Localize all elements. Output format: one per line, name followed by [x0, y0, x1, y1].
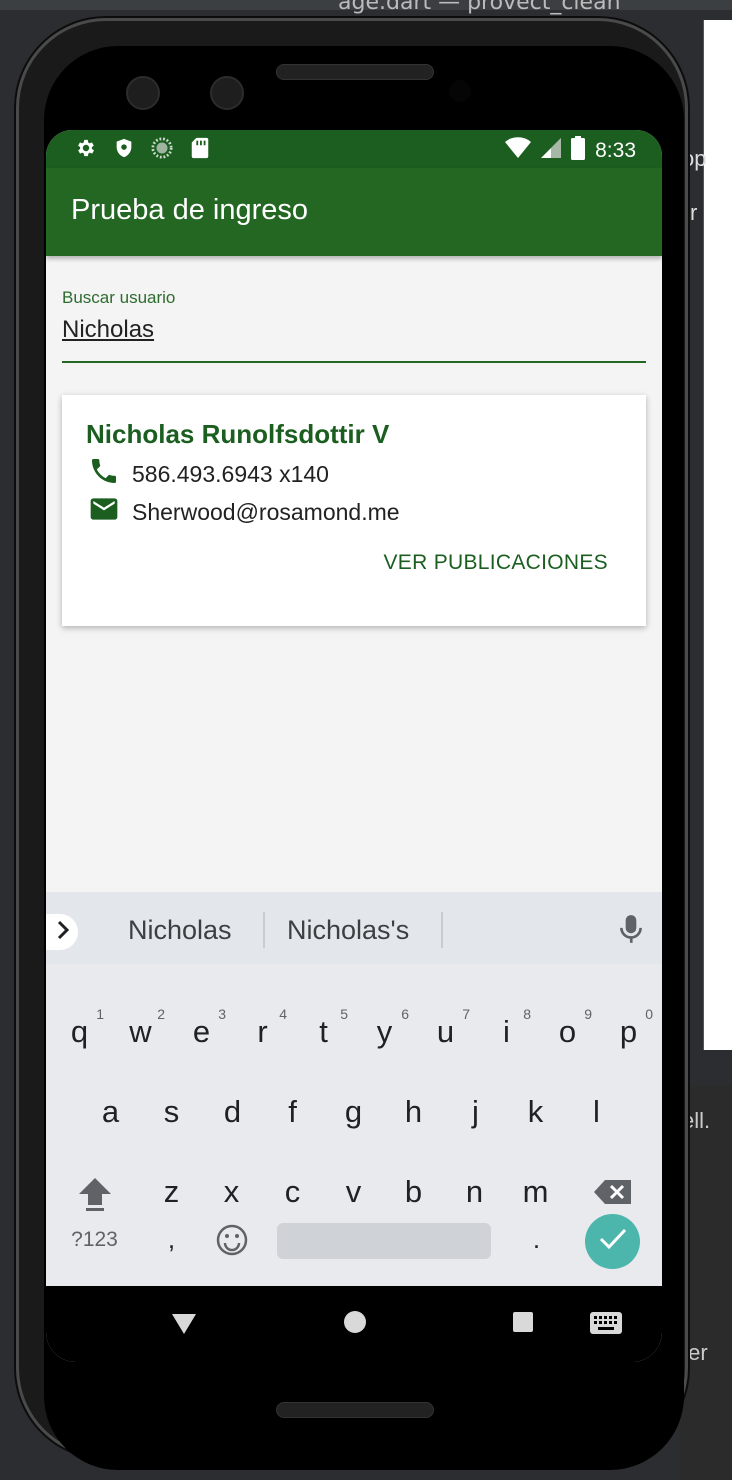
proximity-sensor — [449, 80, 471, 102]
wifi-icon — [505, 137, 532, 164]
email-icon — [88, 493, 120, 531]
view-posts-button[interactable]: VER PUBLICACIONES — [384, 551, 609, 575]
status-time: 8:33 — [595, 138, 636, 162]
backspace-key[interactable] — [582, 1178, 643, 1214]
key-n[interactable]: n — [444, 1174, 505, 1210]
key-l[interactable]: l — [566, 1094, 627, 1130]
page-title: Prueba de ingreso — [71, 194, 308, 226]
expand-toolbar-button[interactable] — [46, 914, 78, 950]
battery-icon — [571, 136, 586, 165]
user-card: Nicholas Runolfsdottir V 586.493.6943 x1… — [62, 395, 646, 626]
app-bar: Prueba de ingreso — [46, 168, 662, 256]
key-v[interactable]: v — [323, 1174, 384, 1210]
key-m[interactable]: m — [505, 1174, 566, 1210]
back-icon[interactable] — [172, 1314, 196, 1339]
shift-icon — [75, 1178, 115, 1221]
key-o[interactable]: o9 — [537, 1006, 598, 1050]
microphone-icon[interactable] — [618, 914, 644, 951]
ide-fragment: r — [690, 200, 698, 225]
ide-title: age.dart — provect_clean — [338, 0, 621, 15]
key-i[interactable]: i8 — [476, 1006, 537, 1050]
suggestion-strip: Nicholas Nicholas's — [46, 892, 662, 964]
suggestion-item[interactable]: Nicholas — [128, 915, 232, 946]
key-x[interactable]: x — [201, 1174, 262, 1210]
checkmark-icon — [598, 1227, 628, 1256]
front-camera — [126, 76, 160, 110]
user-email: Sherwood@rosamond.me — [132, 498, 400, 525]
top-speaker — [276, 64, 434, 80]
phone-screen: 8:33 Prueba de ingreso Buscar usuario Ni… — [46, 130, 662, 1362]
key-j[interactable]: j — [445, 1094, 506, 1130]
sync-circle-icon — [150, 136, 174, 160]
key-y[interactable]: y6 — [354, 1006, 415, 1050]
shift-key[interactable] — [64, 1174, 125, 1222]
search-input[interactable]: Nicholas — [62, 316, 154, 344]
key-q[interactable]: q1 — [49, 1006, 110, 1050]
key-k[interactable]: k — [505, 1094, 566, 1130]
shield-icon — [112, 136, 136, 160]
key-s[interactable]: s — [141, 1094, 202, 1130]
suggestion-item[interactable]: Nicholas's — [287, 915, 409, 946]
settings-gear-icon — [74, 136, 98, 160]
chevron-right-icon — [56, 920, 70, 945]
cell-signal-icon — [541, 137, 562, 164]
key-h[interactable]: h — [383, 1094, 444, 1130]
keyboard-switch-icon[interactable] — [590, 1312, 622, 1339]
search-underline — [62, 361, 646, 363]
phone-icon — [88, 455, 120, 493]
sd-card-icon — [188, 136, 212, 160]
space-key[interactable] — [277, 1223, 491, 1259]
key-f[interactable]: f — [262, 1094, 323, 1130]
backspace-icon — [593, 1178, 633, 1213]
key-c[interactable]: c — [262, 1174, 323, 1210]
key-p[interactable]: p0 — [598, 1006, 659, 1050]
key-a[interactable]: a — [80, 1094, 141, 1130]
suggestion-divider — [263, 912, 265, 948]
search-label: Buscar usuario — [62, 288, 176, 307]
user-name: Nicholas Runolfsdottir V — [86, 419, 390, 449]
key-u[interactable]: u7 — [415, 1006, 476, 1050]
home-icon[interactable] — [343, 1310, 367, 1339]
phone-row: 586.493.6943 x140 — [88, 455, 329, 493]
key-d[interactable]: d — [202, 1094, 263, 1130]
key-e[interactable]: e3 — [171, 1006, 232, 1050]
soft-keyboard: Nicholas Nicholas's q1 w2 e3 r4 t5 y6 u7… — [46, 892, 662, 1286]
email-row: Sherwood@rosamond.me — [88, 493, 400, 531]
emoji-key[interactable] — [201, 1224, 262, 1264]
key-w[interactable]: w2 — [110, 1006, 171, 1050]
ide-side-panel — [703, 20, 732, 1050]
key-b[interactable]: b — [383, 1174, 444, 1210]
enter-key[interactable] — [585, 1214, 640, 1269]
navigation-bar — [46, 1286, 662, 1362]
user-phone: 586.493.6943 x140 — [132, 460, 329, 487]
key-g[interactable]: g — [323, 1094, 384, 1130]
status-bar: 8:33 — [46, 130, 662, 168]
emoji-icon — [216, 1224, 248, 1263]
symbols-key[interactable]: ?123 — [64, 1228, 125, 1252]
comma-key[interactable]: , — [141, 1224, 202, 1255]
key-z[interactable]: z — [141, 1174, 202, 1210]
front-sensor — [210, 76, 244, 110]
period-key[interactable]: . — [506, 1224, 567, 1255]
suggestion-divider — [441, 912, 443, 948]
bottom-speaker — [276, 1402, 434, 1418]
key-r[interactable]: r4 — [232, 1006, 293, 1050]
recents-icon[interactable] — [513, 1312, 533, 1337]
key-t[interactable]: t5 — [293, 1006, 354, 1050]
